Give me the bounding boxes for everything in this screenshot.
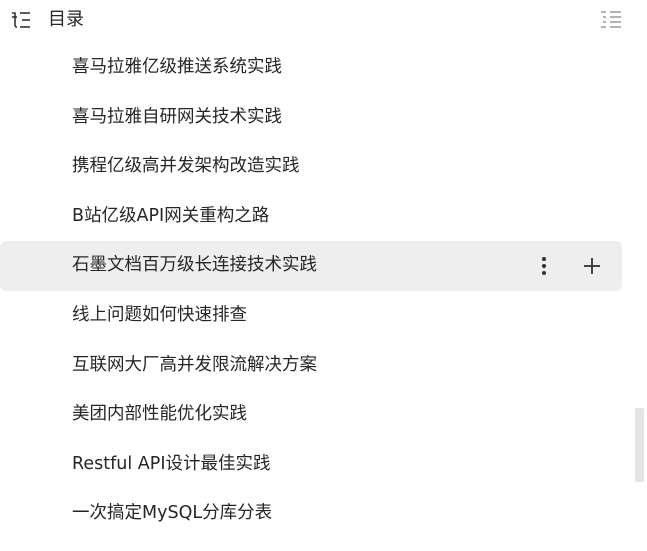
toc-item[interactable]: 线上问题如何快速排查 (0, 291, 622, 341)
toc-item[interactable]: 互联网大厂高并发限流解决方案 (0, 341, 622, 391)
toc-item[interactable]: B站亿级API网关重构之路 (0, 192, 622, 242)
plus-icon[interactable] (580, 254, 604, 278)
toc-header: 目录 (0, 0, 630, 40)
toc-item[interactable]: 喜马拉雅亿级推送系统实践 (0, 43, 622, 93)
scrollbar-thumb[interactable] (635, 408, 644, 482)
page-title: 目录 (48, 9, 84, 30)
collapse-list-icon[interactable] (600, 10, 622, 30)
toc-item-label: 喜马拉雅亿级推送系统实践 (72, 57, 282, 77)
toc-item-label: Restful API设计最佳实践 (72, 453, 271, 474)
toc-item[interactable]: 美团内部性能优化实践 (0, 390, 622, 440)
toc-list-icon[interactable] (11, 11, 31, 29)
toc-list: 喜马拉雅亿级推送系统实践 喜马拉雅自研网关技术实践 携程亿级高并发架构改造实践 … (0, 43, 622, 539)
toc-item[interactable]: 携程亿级高并发架构改造实践 (0, 142, 622, 192)
toc-item-label: 喜马拉雅自研网关技术实践 (72, 106, 282, 127)
toc-item-label: 线上问题如何快速排查 (72, 304, 247, 325)
toc-item[interactable]: 一次搞定MySQL分库分表 (0, 489, 622, 539)
more-vertical-icon[interactable] (532, 254, 556, 278)
toc-item-label: 石墨文档百万级长连接技术实践 (72, 255, 317, 276)
toc-item-label: 一次搞定MySQL分库分表 (72, 503, 273, 524)
toc-item-label: 互联网大厂高并发限流解决方案 (72, 354, 317, 375)
toc-item-label: B站亿级API网关重构之路 (72, 205, 270, 226)
toc-item-label: 美团内部性能优化实践 (72, 404, 247, 425)
toc-item-label: 携程亿级高并发架构改造实践 (72, 156, 300, 177)
toc-item-actions (532, 254, 604, 278)
toc-item[interactable]: 喜马拉雅自研网关技术实践 (0, 93, 622, 143)
toc-item[interactable]: Restful API设计最佳实践 (0, 440, 622, 490)
toc-item-active[interactable]: 石墨文档百万级长连接技术实践 (0, 241, 622, 291)
